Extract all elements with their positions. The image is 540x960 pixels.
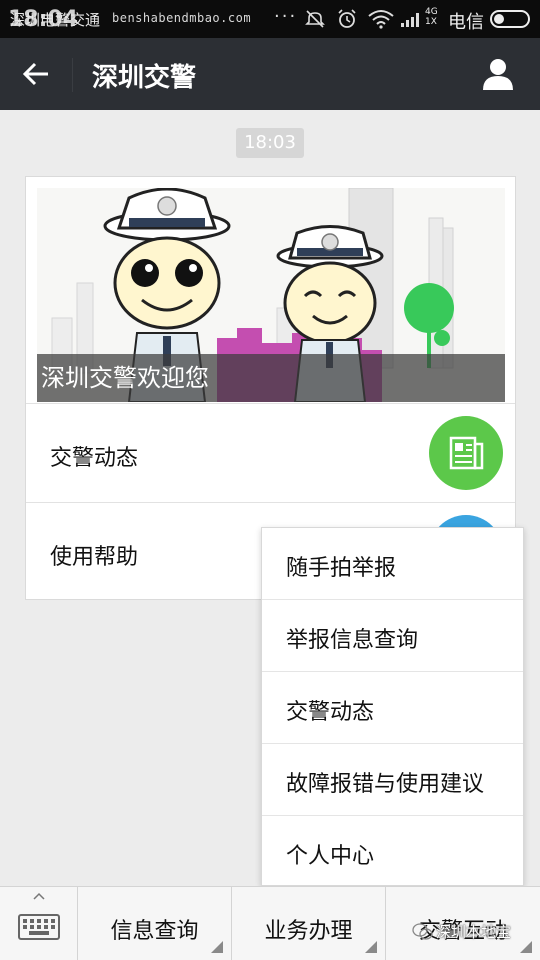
menu-item-feedback[interactable]: 故障报错与使用建议 bbox=[262, 744, 523, 816]
battery-icon bbox=[490, 10, 530, 28]
menu-item-label: 举报信息查询 bbox=[286, 628, 419, 653]
keyboard-toggle-button[interactable] bbox=[0, 887, 78, 960]
signal-icon bbox=[401, 13, 419, 27]
chat-header: 深圳交警 bbox=[0, 38, 540, 110]
header-divider bbox=[72, 58, 73, 92]
row-label: 使用帮助 bbox=[50, 545, 139, 570]
network-type: 4G 1X bbox=[425, 7, 438, 27]
carrier-label: 电信 bbox=[448, 12, 484, 33]
bottom-menu-bar: 信息查询 业务办理 交警互动 深圳本地宝 bbox=[0, 886, 540, 960]
menu-item-label: 交警动态 bbox=[286, 700, 375, 725]
submenu-indicator-icon bbox=[365, 941, 377, 953]
user-icon bbox=[483, 59, 513, 90]
status-overlay-url: benshabendmbao.com bbox=[112, 11, 252, 25]
banner-caption: 深圳交警欢迎您 bbox=[37, 354, 505, 402]
tab-info-query[interactable]: 信息查询 bbox=[78, 887, 232, 960]
page-title: 深圳交警 bbox=[92, 63, 197, 93]
status-overlay-title: 深圳电警交通 bbox=[10, 11, 101, 29]
menu-item-traffic-news[interactable]: 交警动态 bbox=[262, 672, 523, 744]
profile-button[interactable] bbox=[478, 54, 518, 94]
keyboard-icon bbox=[18, 892, 60, 940]
welcome-banner[interactable]: 深圳交警欢迎您 bbox=[37, 188, 505, 402]
tab-business[interactable]: 业务办理 bbox=[232, 887, 386, 960]
wechat-watermark-icon bbox=[412, 923, 433, 940]
menu-item-snapshot-report[interactable]: 随手拍举报 bbox=[262, 528, 523, 600]
tab-label: 信息查询 bbox=[110, 919, 199, 944]
menu-item-label: 随手拍举报 bbox=[286, 556, 397, 581]
submenu-indicator-icon bbox=[211, 941, 223, 953]
menu-item-label: 故障报错与使用建议 bbox=[286, 772, 485, 797]
newspaper-icon bbox=[429, 416, 503, 490]
message-timestamp: 18:03 bbox=[236, 128, 304, 158]
row-label: 交警动态 bbox=[50, 446, 139, 471]
menu-item-label: 个人中心 bbox=[286, 844, 375, 869]
alarm-icon bbox=[338, 9, 356, 28]
mute-icon bbox=[305, 10, 325, 28]
tab-label: 业务办理 bbox=[264, 919, 353, 944]
status-bar: 18:04 深圳电警交通 benshabendmbao.com ··· 4G 1… bbox=[0, 0, 540, 38]
menu-item-personal-center[interactable]: 个人中心 bbox=[262, 816, 523, 888]
watermark-text: 深圳本地宝 bbox=[436, 923, 512, 941]
menu-item-report-query[interactable]: 举报信息查询 bbox=[262, 600, 523, 672]
wifi-icon bbox=[368, 10, 394, 29]
back-arrow-icon bbox=[22, 62, 48, 86]
submenu-popup: 随手拍举报 举报信息查询 交警动态 故障报错与使用建议 个人中心 bbox=[261, 527, 524, 886]
back-button[interactable] bbox=[14, 52, 58, 96]
menu-row-traffic-news[interactable]: 交警动态 bbox=[26, 403, 515, 502]
submenu-indicator-icon bbox=[520, 941, 532, 953]
more-notifications-icon: ··· bbox=[274, 6, 298, 27]
